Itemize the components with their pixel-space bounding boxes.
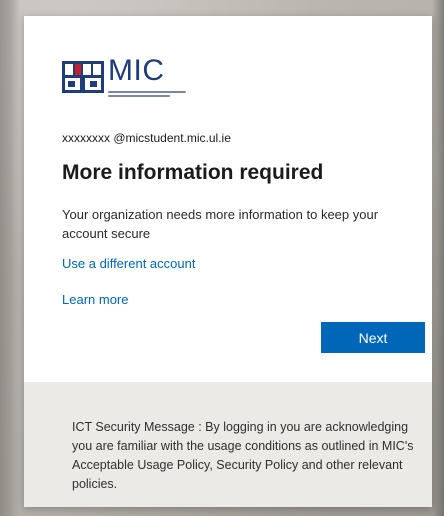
logo-subtitle-decoration bbox=[108, 91, 186, 97]
security-message-text: ICT Security Message : By logging in you… bbox=[72, 420, 414, 491]
mic-logo: MIC bbox=[62, 54, 187, 101]
learn-more-link[interactable]: Learn more bbox=[62, 292, 128, 307]
sign-in-card: MIC xxxxxxxx @micstudent.mic.ul.ie More … bbox=[24, 16, 432, 507]
page-title: More information required bbox=[62, 161, 324, 184]
window-edge-right bbox=[432, 0, 444, 516]
window-edge-left bbox=[0, 0, 20, 516]
use-different-account-link[interactable]: Use a different account bbox=[62, 256, 195, 271]
page-description: Your organization needs more information… bbox=[62, 207, 379, 241]
next-button[interactable]: Next bbox=[321, 322, 425, 353]
account-email: xxxxxxxx @micstudent.mic.ul.ie bbox=[62, 131, 231, 145]
mic-crest-icon bbox=[62, 61, 104, 93]
logo-wordmark: MIC bbox=[108, 54, 165, 87]
